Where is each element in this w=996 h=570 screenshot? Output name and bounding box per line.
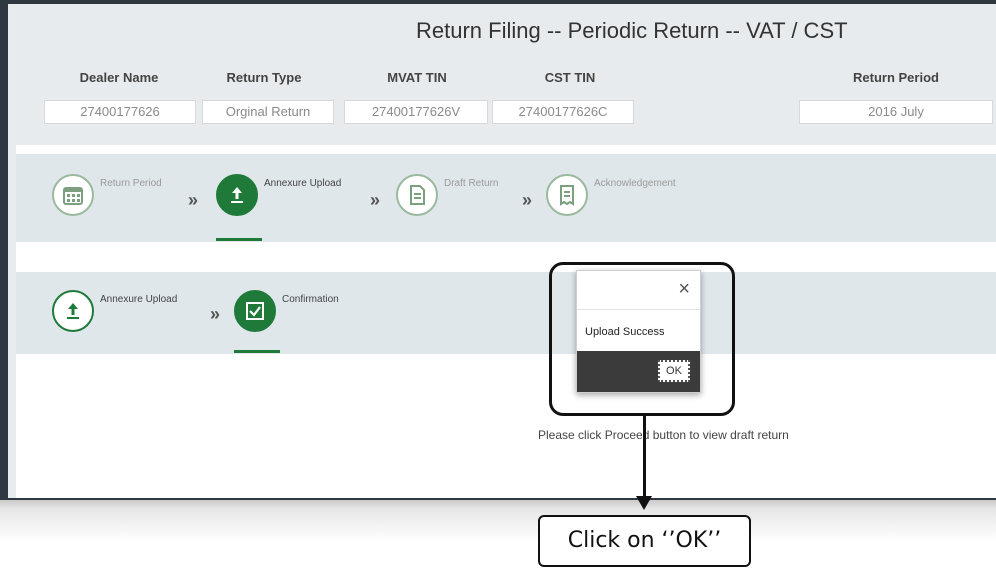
- receipt-icon: [546, 174, 588, 216]
- mvat-tin-value: 27400177626V: [344, 100, 488, 124]
- cst-tin-value: 27400177626C: [492, 100, 634, 124]
- dealer-name-value: 27400177626: [44, 100, 196, 124]
- app-content: Return Filing -- Periodic Return -- VAT …: [16, 4, 996, 498]
- arrow-down-icon: [636, 496, 652, 510]
- step-label-acknowledgement: Acknowledgement: [594, 178, 676, 189]
- header-band: Return Filing -- Periodic Return -- VAT …: [16, 4, 996, 145]
- annotation-arrow-line: [643, 416, 646, 500]
- upload-icon: [216, 174, 258, 216]
- header-cst-tin: CST TIN: [544, 70, 596, 85]
- bottom-fade: [0, 500, 996, 570]
- checkbox-icon: [234, 290, 276, 332]
- page-title: Return Filing -- Periodic Return -- VAT …: [416, 18, 848, 43]
- main-steps-band: Return Period » Annexure Upload » Draft …: [16, 154, 996, 242]
- chevron-separator-icon: »: [522, 190, 533, 210]
- header-return-period: Return Period: [853, 70, 939, 85]
- dealer-info-table: Dealer Name Return Type MVAT TIN CST TIN…: [36, 70, 996, 130]
- header-mvat-tin: MVAT TIN: [387, 70, 447, 85]
- annotation-label: Click on ‘’OK’’: [538, 515, 751, 567]
- step-draft-return[interactable]: Draft Return: [396, 174, 498, 216]
- substep-label-annexure-upload: Annexure Upload: [100, 294, 178, 305]
- header-dealer-name: Dealer Name: [79, 70, 159, 85]
- chevron-separator-icon: »: [370, 190, 381, 210]
- step-label-draft-return: Draft Return: [444, 178, 499, 189]
- step-return-period[interactable]: Return Period: [52, 174, 162, 216]
- return-period-value: 2016 July: [799, 100, 993, 124]
- calendar-icon: [52, 174, 94, 216]
- header-return-type: Return Type: [226, 70, 302, 85]
- step-label-annexure-upload: Annexure Upload: [264, 178, 342, 189]
- sub-steps-band: Annexure Upload » Confirmation: [16, 272, 996, 354]
- document-icon: [396, 174, 438, 216]
- substep-annexure-upload[interactable]: Annexure Upload: [52, 290, 177, 332]
- step-annexure-upload[interactable]: Annexure Upload: [216, 174, 341, 216]
- active-step-indicator: [216, 238, 262, 241]
- app-window: Return Filing -- Periodic Return -- VAT …: [0, 0, 996, 500]
- return-type-value: Orginal Return: [202, 100, 334, 124]
- step-acknowledgement[interactable]: Acknowledgement: [546, 174, 676, 216]
- highlight-callout-box: [549, 262, 735, 416]
- chevron-separator-icon: »: [210, 304, 221, 324]
- substep-confirmation[interactable]: Confirmation: [234, 290, 339, 332]
- substep-label-confirmation: Confirmation: [282, 294, 339, 305]
- upload-icon: [52, 290, 94, 332]
- proceed-instruction: Please click Proceed button to view draf…: [538, 428, 789, 442]
- step-label-return-period: Return Period: [100, 178, 162, 189]
- chevron-separator-icon: »: [188, 190, 199, 210]
- active-substep-indicator: [234, 350, 280, 353]
